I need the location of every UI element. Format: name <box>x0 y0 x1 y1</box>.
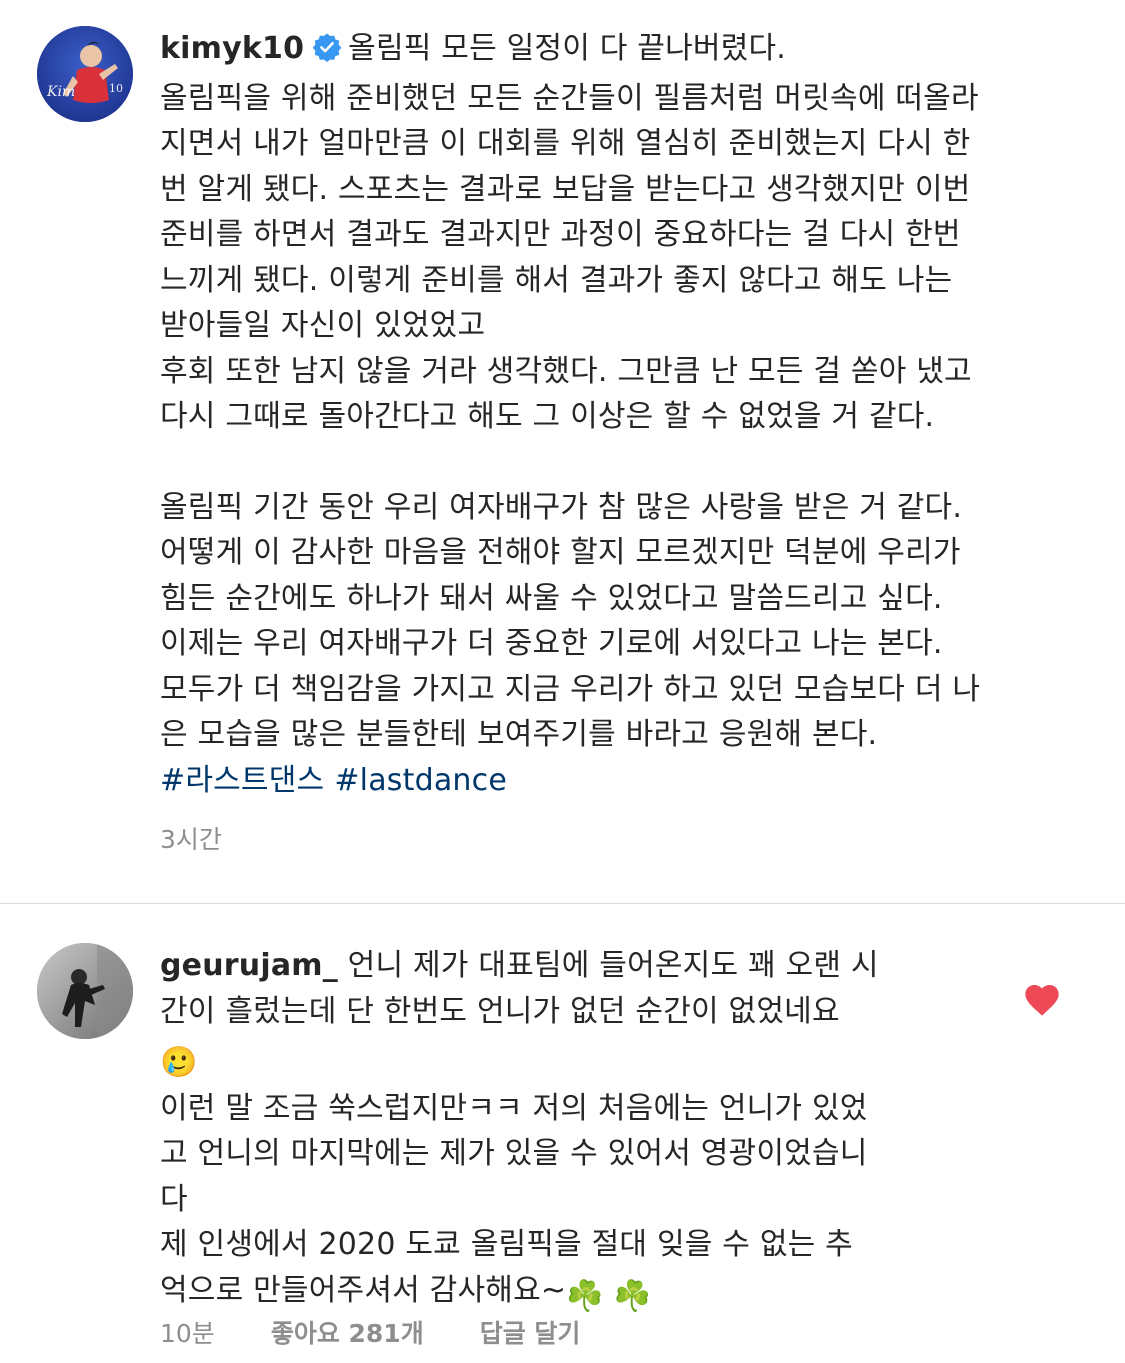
caption-paragraph-2: 후회 또한 남지 않을 거라 생각했다. 그만큼 난 모든 걸 쏟아 냈고 다시… <box>160 353 972 435</box>
section-divider <box>0 903 1125 904</box>
hashtag-list: #라스트댄스 #lastdance <box>160 758 1080 804</box>
comment-meta: 10분 좋아요 281개 답글 달기 <box>160 1314 580 1350</box>
comment-like-count[interactable]: 좋아요 281개 <box>271 1314 424 1350</box>
clover-emoji: ☘️ ☘️ <box>566 1278 652 1314</box>
comment-body: geurujam_ 언니 제가 대표팀에 들어온지도 꽤 오랜 시 간이 흘렀는… <box>160 943 950 1319</box>
comment-timestamp: 10분 <box>160 1319 215 1348</box>
verified-badge-icon <box>312 30 342 76</box>
hashtag-link[interactable]: #lastdance <box>334 763 507 798</box>
comment-text-2: 이런 말 조금 쑥스럽지만ㅋㅋ 저의 처음에는 언니가 있었 고 언니의 마지막… <box>160 1086 950 1320</box>
hashtag-link[interactable]: #라스트댄스 <box>160 763 324 798</box>
caption-paragraph-1: 올림픽을 위해 준비했던 모든 순간들이 필름처럼 머릿속에 떠올라 지면서 내… <box>160 80 979 344</box>
post-caption: kimyk10 올림픽 모든 일정이 다 끝나버렸다. 올림픽을 위해 준비했던 … <box>160 26 1080 803</box>
caption-first-line: kimyk10 올림픽 모든 일정이 다 끝나버렸다. <box>160 26 1080 76</box>
reply-button[interactable]: 답글 달기 <box>480 1314 581 1350</box>
commenter-avatar[interactable] <box>37 943 133 1039</box>
author-avatar[interactable]: Kim 10 <box>37 26 133 122</box>
commenter-avatar-image <box>37 943 133 1039</box>
smiling-tear-emoji: 🥲 <box>160 1045 198 1080</box>
like-heart-icon[interactable] <box>1022 980 1062 1020</box>
comment-emoji-line: 🥲 <box>160 1034 950 1086</box>
svg-text:10: 10 <box>109 82 123 95</box>
comment-text-1: geurujam_ 언니 제가 대표팀에 들어온지도 꽤 오랜 시 간이 흘렀는… <box>160 943 950 1034</box>
post-timestamp: 3시간 <box>160 825 222 854</box>
author-username[interactable]: kimyk10 <box>160 31 304 66</box>
caption-paragraph-3: 올림픽 기간 동안 우리 여자배구가 참 많은 사랑을 받은 거 같다. 어떻게… <box>160 489 981 753</box>
commenter-username[interactable]: geurujam_ <box>160 948 338 983</box>
comment-text-part-2: 이런 말 조금 쑥스럽지만ㅋㅋ 저의 처음에는 언니가 있었 고 언니의 마지막… <box>160 1090 868 1308</box>
svg-text:Kim: Kim <box>46 84 75 100</box>
author-avatar-image: Kim 10 <box>37 26 133 122</box>
caption-opening-text: 올림픽 모든 일정이 다 끝나버렸다. <box>348 31 787 66</box>
